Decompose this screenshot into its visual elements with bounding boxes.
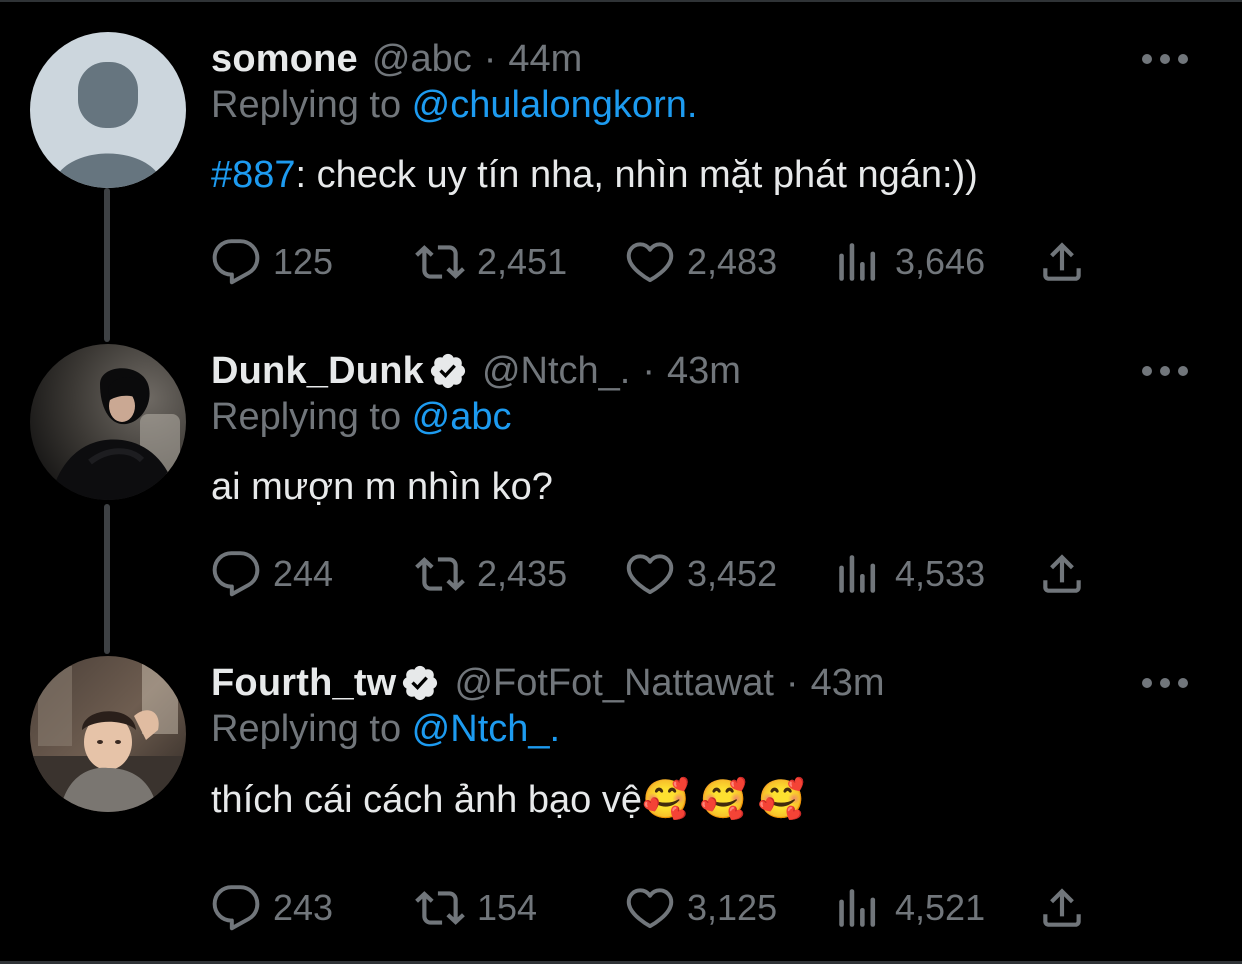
tweet[interactable]: Dunk_Dunk @Ntch_. · 43m Replying to @abc…: [0, 344, 1242, 644]
separator-dot: ·: [642, 349, 655, 392]
retweet-count: 2,451: [477, 241, 568, 282]
tweet-text-content: ai mượn m nhìn ko?: [211, 466, 553, 508]
retweet-count: 154: [477, 887, 538, 928]
verified-badge-icon: [400, 663, 440, 703]
retweet-icon: [415, 245, 465, 279]
verified-badge-icon: [428, 351, 468, 391]
mention-link[interactable]: @Ntch_.: [412, 708, 560, 750]
like-count: 3,125: [687, 887, 778, 928]
replying-to: Replying to @Ntch_.: [211, 708, 560, 751]
reply-count: 244: [273, 553, 334, 594]
action-bar: 244 2,435 3,452 4,533: [211, 544, 1111, 604]
replying-to-label: Replying to: [211, 708, 412, 750]
share-button[interactable]: [1037, 878, 1087, 938]
avatar[interactable]: [30, 344, 186, 500]
mention-link[interactable]: @abc: [412, 396, 512, 438]
tweet-header: somone @abc · 44m: [211, 32, 582, 86]
share-button[interactable]: [1037, 232, 1087, 292]
views-button[interactable]: 4,521: [833, 878, 985, 938]
bar-chart-icon: [839, 555, 876, 593]
tweet-text-content: : check uy tín nha, nhìn mặt phát ngán:)…: [295, 154, 978, 196]
timestamp[interactable]: 43m: [811, 662, 885, 705]
action-bar: 243 154 3,125 4,521: [211, 878, 1111, 938]
timestamp[interactable]: 44m: [508, 38, 582, 81]
avatar[interactable]: [30, 656, 186, 812]
replying-to-label: Replying to: [211, 84, 412, 126]
user-handle[interactable]: @FotFot_Nattawat: [454, 662, 773, 705]
heart-icon: [626, 242, 674, 283]
action-bar: 125 2,451 2,483 3,646: [211, 232, 1111, 292]
profile-photo: [30, 656, 186, 812]
views-count: 3,646: [895, 241, 986, 282]
user-handle[interactable]: @abc: [372, 38, 472, 81]
views-button[interactable]: 4,533: [833, 544, 985, 604]
mention-link[interactable]: @chulalongkorn.: [412, 84, 698, 126]
separator-dot: ·: [483, 37, 497, 80]
more-dots-icon[interactable]: [1142, 668, 1188, 698]
display-name[interactable]: somone: [211, 38, 358, 81]
timestamp[interactable]: 43m: [667, 350, 741, 393]
retweet-icon: [415, 557, 465, 591]
separator-dot: ·: [785, 661, 799, 704]
share-upload-icon: [1043, 242, 1081, 281]
speech-bubble-icon: [212, 239, 260, 285]
views-button[interactable]: 3,646: [833, 232, 985, 292]
views-count: 4,533: [895, 553, 986, 594]
retweet-button[interactable]: 2,435: [415, 544, 567, 604]
share-upload-icon: [1043, 554, 1081, 593]
like-button[interactable]: 2,483: [625, 232, 777, 292]
speech-bubble-icon: [212, 885, 260, 931]
tweet[interactable]: somone @abc · 44m Replying to @chulalong…: [0, 32, 1242, 332]
retweet-button[interactable]: 2,451: [415, 232, 567, 292]
reply-count: 125: [273, 241, 334, 282]
avatar[interactable]: [30, 32, 186, 188]
like-button[interactable]: 3,125: [625, 878, 777, 938]
hashtag-link[interactable]: #887: [211, 154, 296, 196]
more-dots-icon[interactable]: [1142, 44, 1188, 74]
heart-icon: [626, 888, 674, 929]
reply-thread: somone @abc · 44m Replying to @chulalong…: [0, 0, 1242, 964]
like-count: 3,452: [687, 553, 778, 594]
replying-to: Replying to @chulalongkorn.: [211, 84, 697, 127]
views-count: 4,521: [895, 887, 986, 928]
display-name[interactable]: Dunk_Dunk: [211, 350, 424, 393]
heart-icon: [626, 554, 674, 595]
retweet-icon: [415, 891, 465, 925]
profile-photo: [30, 344, 186, 500]
speech-bubble-icon: [212, 551, 260, 597]
replying-to: Replying to @abc: [211, 396, 512, 439]
like-count: 2,483: [687, 241, 778, 282]
user-handle[interactable]: @Ntch_.: [482, 350, 630, 393]
tweet-text-content: thích cái cách ảnh bạo vệ🥰 🥰 🥰: [211, 779, 806, 821]
more-dots-icon[interactable]: [1142, 356, 1188, 386]
display-name[interactable]: Fourth_tw: [211, 662, 396, 705]
like-button[interactable]: 3,452: [625, 544, 777, 604]
reply-button[interactable]: 243: [211, 878, 333, 938]
share-upload-icon: [1043, 888, 1081, 927]
tweet-text: thích cái cách ảnh bạo vệ🥰 🥰 🥰: [211, 778, 805, 822]
share-button[interactable]: [1037, 544, 1087, 604]
default-profile-icon: [30, 32, 186, 188]
reply-button[interactable]: 125: [211, 232, 333, 292]
bar-chart-icon: [839, 889, 876, 927]
tweet-text: ai mượn m nhìn ko?: [211, 466, 553, 509]
retweet-button[interactable]: 154: [415, 878, 537, 938]
retweet-count: 2,435: [477, 553, 568, 594]
tweet[interactable]: Fourth_tw @FotFot_Nattawat · 43m Replyin…: [0, 656, 1242, 956]
reply-button[interactable]: 244: [211, 544, 333, 604]
tweet-text: #887: check uy tín nha, nhìn mặt phát ng…: [211, 154, 978, 197]
tweet-header: Dunk_Dunk @Ntch_. · 43m: [211, 344, 741, 398]
replying-to-label: Replying to: [211, 396, 412, 438]
tweet-header: Fourth_tw @FotFot_Nattawat · 43m: [211, 656, 885, 710]
reply-count: 243: [273, 887, 334, 928]
bar-chart-icon: [839, 243, 876, 281]
